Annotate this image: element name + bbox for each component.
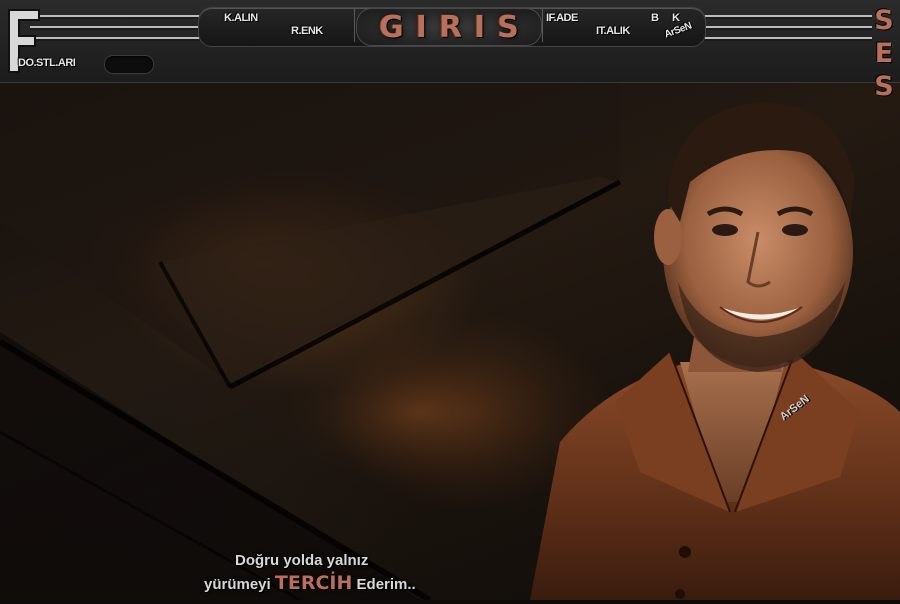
ses-letter: S [874, 71, 894, 102]
bold-b-button[interactable]: B [651, 12, 659, 24]
giris-label: GIRIS [379, 9, 531, 45]
italik-button[interactable]: IT.ALIK [596, 25, 630, 37]
ses-sound-button[interactable]: S E S [872, 4, 896, 103]
ses-letter: E [874, 38, 894, 69]
ses-letter: S [874, 5, 894, 36]
quote-line-2-start: yürümeyi [204, 576, 275, 593]
dostlari-button[interactable]: DO.STL.ARI [18, 57, 76, 69]
k-button[interactable]: K [672, 12, 680, 24]
man-portrait-image: ArSeN [520, 82, 900, 600]
quote-line-2-end: Ederim.. [352, 576, 416, 593]
kalin-button[interactable]: K.ALIN [224, 12, 258, 24]
quote-line-1: Doğru yolda yalnız [235, 552, 369, 569]
quote-line-2: yürümeyi TERCİH Ederim.. [204, 572, 416, 594]
quote-highlight: TERCİH [274, 572, 353, 594]
top-toolbar: K.ALIN R.ENK GIRIS IF.ADE IT.ALIK B K Ar… [0, 0, 900, 83]
ifade-button[interactable]: IF.ADE [546, 12, 578, 24]
divider [354, 8, 355, 42]
giris-button[interactable]: GIRIS [356, 8, 542, 46]
renk-button[interactable]: R.ENK [291, 25, 323, 37]
dostlari-count-field[interactable] [104, 55, 154, 74]
divider [542, 8, 543, 42]
